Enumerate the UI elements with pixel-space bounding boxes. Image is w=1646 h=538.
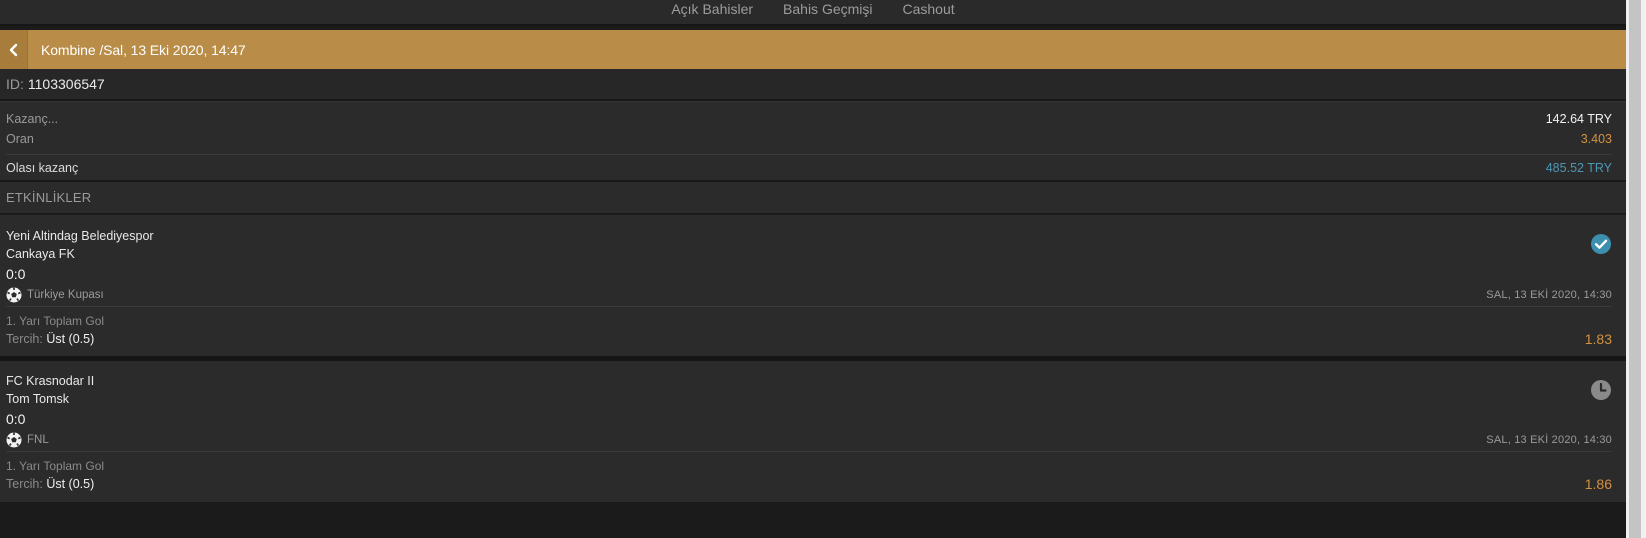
competition-name: FNL — [27, 433, 49, 446]
selection-row: Tercih: Üst (0.5) 1.86 — [6, 475, 1612, 492]
tab-bet-history[interactable]: Bahis Geçmişi — [783, 0, 872, 24]
market-name: 1. Yarı Toplam Gol — [6, 314, 105, 328]
bet-id-label: ID: — [6, 76, 24, 92]
selection-row: Tercih: Üst (0.5) 1.83 — [6, 330, 1612, 347]
top-navigation: Açık Bahisler Bahis Geçmişi Cashout — [0, 0, 1626, 26]
vertical-scrollbar[interactable] — [1626, 0, 1646, 538]
tab-cashout[interactable]: Cashout — [903, 0, 955, 24]
event-card: Yeni Altindag Belediyespor Cankaya FK 0:… — [0, 214, 1626, 356]
away-team: Tom Tomsk — [6, 392, 69, 406]
event-date: SAL, 13 EKİ 2020, 14:30 — [1486, 433, 1612, 446]
bet-id-value: 1103306547 — [27, 76, 105, 92]
event-card: FC Krasnodar II Tom Tomsk 0:0 FNL SAL, 1… — [0, 356, 1626, 502]
event-date: SAL, 13 EKİ 2020, 14:30 — [1486, 288, 1612, 301]
stake-row: Kazanç... 142.64 TRY — [6, 109, 1612, 129]
selection-label: Tercih: — [6, 476, 43, 491]
selection-value: Üst (0.5) — [46, 476, 95, 491]
total-odds-row: Oran 3.403 — [6, 129, 1612, 149]
bet-id-row: ID: 1103306547 — [0, 69, 1626, 101]
stake-label: Kazanç... — [6, 112, 59, 126]
events-section-title: ETKİNLİKLER — [0, 182, 1626, 214]
competition-row: FNL SAL, 13 EKİ 2020, 14:30 — [6, 430, 1612, 452]
scrollbar-thumb[interactable] — [1629, 0, 1641, 538]
potential-win-label: Olası kazanç — [6, 160, 79, 175]
bet-header: Kombine /Sal, 13 Eki 2020, 14:47 — [0, 30, 1626, 69]
match-score: 0:0 — [6, 411, 26, 427]
competition-row: Türkiye Kupası SAL, 13 EKİ 2020, 14:30 — [6, 285, 1612, 307]
total-odds-label: Oran — [6, 132, 34, 146]
away-team: Cankaya FK — [6, 247, 75, 261]
selection-label: Tercih: — [6, 331, 43, 346]
potential-win-row: Olası kazanç 485.52 TRY — [6, 154, 1612, 180]
back-button[interactable] — [0, 30, 28, 69]
total-odds-value: 3.403 — [1580, 132, 1612, 146]
selection-odds: 1.86 — [1584, 475, 1612, 492]
tab-open-bets[interactable]: Açık Bahisler — [671, 0, 753, 24]
chevron-left-icon — [9, 43, 17, 56]
clock-icon — [1590, 379, 1612, 401]
match-score: 0:0 — [6, 266, 26, 282]
bet-title: Kombine /Sal, 13 Eki 2020, 14:47 — [41, 41, 246, 58]
home-team: FC Krasnodar II — [6, 374, 95, 388]
selection-odds: 1.83 — [1584, 330, 1612, 347]
bet-details-panel: Kombine /Sal, 13 Eki 2020, 14:47 ID: 110… — [0, 30, 1626, 502]
competition: Türkiye Kupası — [6, 287, 104, 303]
stake-value: 142.64 TRY — [1545, 112, 1612, 126]
market-name: 1. Yarı Toplam Gol — [6, 459, 105, 473]
home-team: Yeni Altindag Belediyespor — [6, 229, 154, 243]
soccer-ball-icon — [6, 287, 22, 303]
selection: Tercih: Üst (0.5) — [6, 477, 94, 491]
check-circle-icon — [1590, 233, 1612, 255]
selection-value: Üst (0.5) — [46, 331, 95, 346]
soccer-ball-icon — [6, 432, 22, 448]
competition: FNL — [6, 432, 49, 448]
potential-win-value: 485.52 TRY — [1545, 160, 1612, 175]
bet-summary: Kazanç... 142.64 TRY Oran 3.403 Olası ka… — [0, 101, 1626, 182]
selection: Tercih: Üst (0.5) — [6, 332, 94, 346]
competition-name: Türkiye Kupası — [27, 288, 104, 301]
